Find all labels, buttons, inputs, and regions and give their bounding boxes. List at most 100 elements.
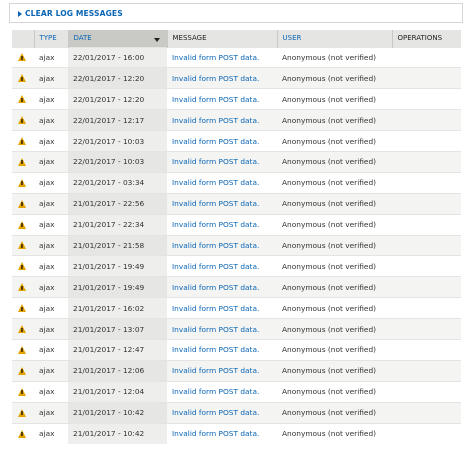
date-cell: 21/01/2017 - 12:06 [68, 359, 167, 382]
message-link[interactable]: Invalid form POST data. [172, 137, 259, 146]
severity-cell [12, 67, 34, 89]
message-cell: Invalid form POST data. [167, 88, 277, 110]
message-cell: Invalid form POST data. [167, 401, 277, 424]
message-link[interactable]: Invalid form POST data. [172, 53, 259, 62]
type-cell: ajax [34, 88, 68, 110]
message-cell: Invalid form POST data. [167, 359, 277, 382]
operations-cell [392, 359, 461, 382]
clear-log-messages-toggle[interactable]: CLEAR LOG MESSAGES [18, 9, 123, 18]
severity-cell [12, 359, 34, 382]
user-cell: Anonymous (not verified) [277, 234, 392, 256]
operations-cell [392, 213, 461, 236]
table-row: ajax 21/01/2017 - 10:42 Invalid form POST … [12, 422, 461, 444]
table-row: ajax 21/01/2017 - 13:07 Invalid form POST … [12, 318, 461, 340]
user-cell: Anonymous (not verified) [277, 171, 392, 194]
severity-cell [12, 171, 34, 194]
table-row: ajax 21/01/2017 - 21:58 Invalid form POST … [12, 234, 461, 256]
operations-cell [392, 338, 461, 361]
date-cell: 21/01/2017 - 16:02 [68, 297, 167, 319]
severity-cell [12, 130, 34, 152]
table-row: ajax 22/01/2017 - 12:20 Invalid form POST … [12, 67, 461, 89]
date-cell: 21/01/2017 - 13:07 [68, 318, 167, 340]
message-link[interactable]: Invalid form POST data. [172, 241, 259, 250]
column-header-type[interactable]: TYPE [34, 30, 69, 47]
message-cell: Invalid form POST data. [167, 380, 277, 403]
warning-icon [18, 53, 26, 62]
table-row: ajax 21/01/2017 - 16:02 Invalid form POST … [12, 297, 461, 319]
user-cell: Anonymous (not verified) [277, 380, 392, 403]
type-cell: ajax [34, 171, 68, 194]
warning-icon [18, 95, 26, 104]
user-cell: Anonymous (not verified) [277, 150, 392, 173]
date-cell: 22/01/2017 - 16:00 [68, 46, 167, 68]
date-cell: 22/01/2017 - 10:03 [68, 150, 167, 173]
column-header-user[interactable]: USER [277, 30, 393, 47]
message-cell: Invalid form POST data. [167, 318, 277, 340]
message-link[interactable]: Invalid form POST data. [172, 408, 259, 417]
user-cell: Anonymous (not verified) [277, 109, 392, 131]
date-cell: 21/01/2017 - 19:49 [68, 255, 167, 277]
message-link[interactable]: Invalid form POST data. [172, 325, 259, 334]
date-cell: 21/01/2017 - 12:47 [68, 338, 167, 361]
severity-cell [12, 213, 34, 236]
severity-cell [12, 338, 34, 361]
warning-icon [18, 345, 26, 354]
operations-cell [392, 88, 461, 110]
message-cell: Invalid form POST data. [167, 297, 277, 319]
warning-icon [18, 241, 26, 250]
date-cell: 22/01/2017 - 12:17 [68, 109, 167, 131]
type-cell: ajax [34, 401, 68, 424]
message-link[interactable]: Invalid form POST data. [172, 157, 259, 166]
message-link[interactable]: Invalid form POST data. [172, 95, 259, 104]
operations-cell [392, 46, 461, 68]
message-cell: Invalid form POST data. [167, 255, 277, 277]
table-header-row: TYPE DATE MESSAGE USER OPERATIONS [12, 30, 461, 47]
message-link[interactable]: Invalid form POST data. [172, 366, 259, 375]
message-link[interactable]: Invalid form POST data. [172, 199, 259, 208]
user-cell: Anonymous (not verified) [277, 67, 392, 89]
warning-icon [18, 387, 26, 396]
message-cell: Invalid form POST data. [167, 130, 277, 152]
log-messages-table: TYPE DATE MESSAGE USER OPERATIONS ajax 22… [12, 30, 461, 444]
message-link[interactable]: Invalid form POST data. [172, 178, 259, 187]
message-cell: Invalid form POST data. [167, 192, 277, 215]
operations-cell [392, 276, 461, 298]
clear-log-messages-panel: CLEAR LOG MESSAGES [9, 3, 463, 23]
message-link[interactable]: Invalid form POST data. [172, 74, 259, 83]
warning-icon [18, 304, 26, 313]
severity-cell [12, 297, 34, 319]
operations-cell [392, 234, 461, 256]
message-link[interactable]: Invalid form POST data. [172, 220, 259, 229]
operations-cell [392, 130, 461, 152]
table-row: ajax 21/01/2017 - 10:42 Invalid form POST … [12, 401, 461, 424]
message-link[interactable]: Invalid form POST data. [172, 345, 259, 354]
message-cell: Invalid form POST data. [167, 46, 277, 68]
message-link[interactable]: Invalid form POST data. [172, 387, 259, 396]
message-link[interactable]: Invalid form POST data. [172, 304, 259, 313]
user-cell: Anonymous (not verified) [277, 359, 392, 382]
warning-icon [18, 366, 26, 375]
column-header-icon [12, 30, 35, 47]
table-row: ajax 22/01/2017 - 12:17 Invalid form POST … [12, 109, 461, 131]
message-cell: Invalid form POST data. [167, 213, 277, 236]
message-link[interactable]: Invalid form POST data. [172, 116, 259, 125]
warning-icon [18, 178, 26, 187]
message-link[interactable]: Invalid form POST data. [172, 429, 259, 438]
collapsed-triangle-icon [18, 10, 22, 17]
operations-cell [392, 150, 461, 173]
severity-cell [12, 276, 34, 298]
message-link[interactable]: Invalid form POST data. [172, 283, 259, 292]
severity-cell [12, 318, 34, 340]
user-cell: Anonymous (not verified) [277, 130, 392, 152]
message-link[interactable]: Invalid form POST data. [172, 262, 259, 271]
severity-cell [12, 46, 34, 68]
type-cell: ajax [34, 46, 68, 68]
table-row: ajax 21/01/2017 - 12:47 Invalid form POST … [12, 338, 461, 361]
operations-cell [392, 297, 461, 319]
date-cell: 22/01/2017 - 10:03 [68, 130, 167, 152]
table-row: ajax 21/01/2017 - 12:04 Invalid form POST … [12, 380, 461, 403]
severity-cell [12, 234, 34, 256]
date-cell: 22/01/2017 - 12:20 [68, 88, 167, 110]
column-header-date[interactable]: DATE [68, 30, 168, 47]
warning-icon [18, 429, 26, 438]
